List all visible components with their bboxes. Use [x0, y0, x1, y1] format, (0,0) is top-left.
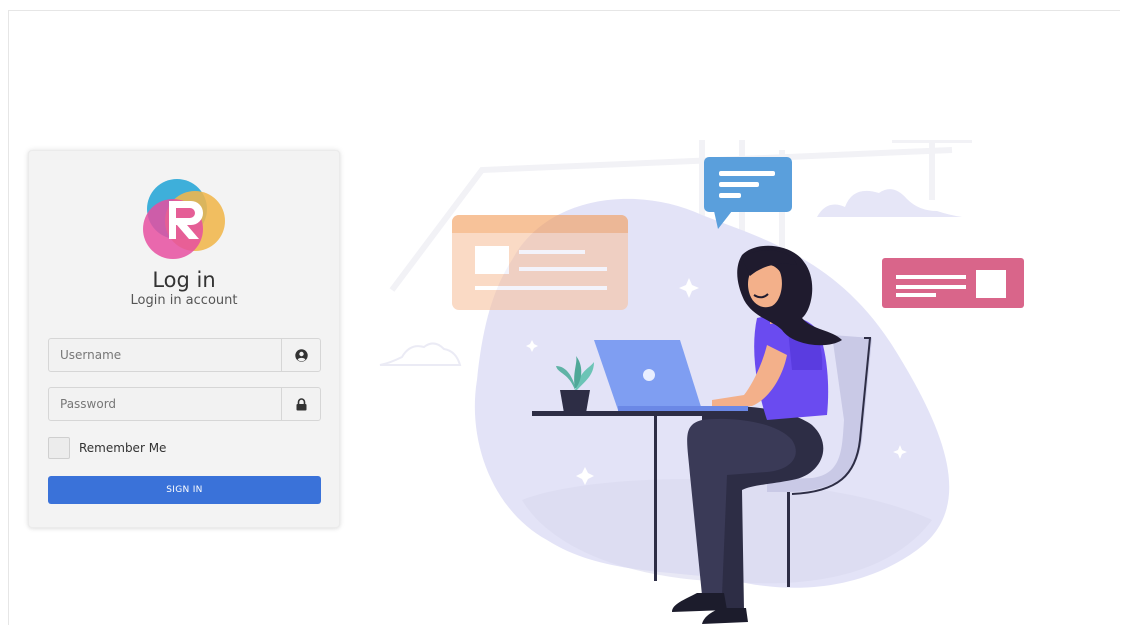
- cloud-icon: [379, 342, 462, 366]
- lock-icon: [296, 397, 306, 410]
- page-subtitle: Login in account: [130, 293, 238, 308]
- remember-me[interactable]: Remember Me: [48, 436, 166, 460]
- password-input[interactable]: [49, 388, 281, 420]
- password-field-group: [48, 387, 321, 421]
- username-addon: [281, 339, 320, 371]
- text-card-icon: [882, 258, 1024, 308]
- brand-logo: [143, 179, 225, 259]
- username-input[interactable]: [49, 339, 281, 371]
- login-card: Log in Login in account Remember Me SIGN…: [28, 150, 340, 528]
- user-circle-icon: [294, 348, 308, 362]
- remember-me-checkbox[interactable]: [48, 437, 70, 459]
- hero-illustration: [379, 140, 1024, 624]
- remember-me-label: Remember Me: [79, 441, 167, 455]
- page-title: Log in: [152, 268, 216, 292]
- password-addon: [281, 388, 320, 420]
- sign-in-button[interactable]: SIGN IN: [48, 476, 321, 504]
- browser-window-card: [452, 215, 628, 310]
- username-field-group: [48, 338, 321, 372]
- cloud-icon-top: [817, 189, 962, 217]
- chat-bubble-icon: [704, 157, 792, 229]
